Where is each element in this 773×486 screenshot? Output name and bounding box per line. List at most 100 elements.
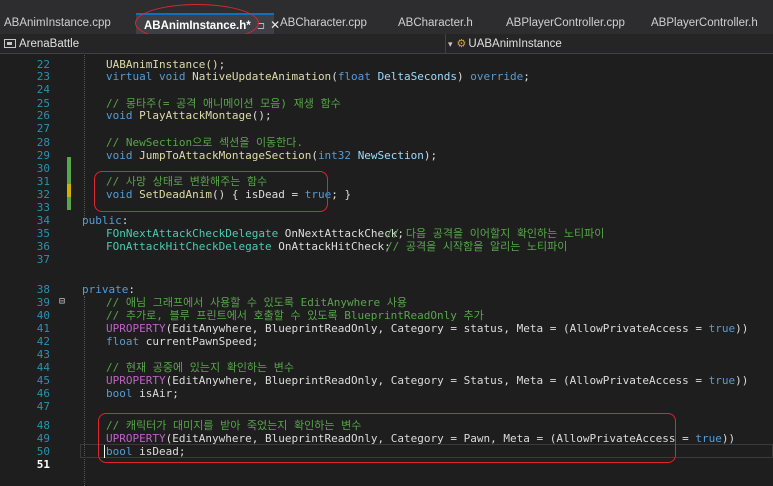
line-number: 45: [36, 374, 50, 387]
code-token: )): [735, 322, 749, 335]
line-number: 27: [36, 122, 50, 135]
project-icon: [4, 39, 16, 48]
code-token: DeltaSeconds: [377, 70, 458, 83]
code-token: )): [721, 432, 736, 445]
line-number: 23: [36, 70, 50, 83]
line-number: 28: [36, 136, 50, 149]
code-token: public: [82, 214, 122, 227]
code-token: float: [106, 335, 140, 348]
code-token: PlayAttackMontage: [139, 109, 252, 122]
line-number-gutter: 22 23 24 25 26 27 28 29 30 31 32 33 34 35 36 37 38 39 40 41…: [0, 55, 58, 486]
chevron-down-icon: ▾: [448, 39, 453, 49]
line-number: 26: [36, 109, 50, 122]
code-token: float: [337, 70, 371, 83]
change-marker: [67, 184, 71, 197]
code-line-40: // 추가로, 블루 프린트에서 호출할 수 있도록 BlueprintRead…: [106, 309, 484, 322]
code-token: virtual: [106, 70, 153, 83]
line-number: 33: [36, 201, 50, 214]
code-token: :: [121, 214, 129, 227]
tab-label: ABAnimInstance.cpp: [4, 17, 111, 29]
line-number: 43: [36, 348, 50, 361]
code-comment-36: // 공격을 시작함을 알리는 노티파이: [386, 240, 568, 253]
code-token: NewSection: [357, 149, 424, 162]
line-number: 24: [36, 83, 50, 96]
code-token: void: [106, 109, 133, 122]
line-number: 29: [36, 149, 50, 162]
code-line-38: private:: [82, 283, 135, 296]
project-dropdown[interactable]: ArenaBattle: [0, 34, 445, 54]
code-token: ): [457, 70, 471, 83]
code-token: FOnAttackHitCheckDelegate: [106, 240, 272, 253]
code-line-42: float currentPawnSpeed;: [106, 335, 258, 348]
code-token: true: [708, 374, 736, 387]
line-number: 36: [36, 240, 50, 253]
indent-guide: [84, 55, 85, 220]
code-token: (EditAnywhere, BlueprintReadOnly, Catego…: [165, 374, 709, 387]
tab-label: ABPlayerController.h: [651, 17, 758, 29]
code-line-28: // NewSection으로 섹션을 이동한다.: [106, 136, 304, 149]
code-token: currentPawnSpeed;: [139, 335, 259, 348]
code-token: true: [695, 432, 722, 445]
tab-abcharacter-cpp[interactable]: ABCharacter.cpp: [280, 13, 367, 34]
tab-abplayercontroller-h[interactable]: ABPlayerController.h: [651, 13, 758, 34]
navigation-bar: ArenaBattle ▾ ⚙ UABAnimInstance: [0, 34, 773, 54]
code-token: NativeUpdateAnimation: [192, 70, 332, 83]
line-number: 37: [36, 253, 50, 266]
line-number: 34: [36, 214, 50, 227]
code-token: );: [423, 149, 438, 162]
code-token: bool: [106, 387, 133, 400]
code-token: void: [158, 70, 186, 83]
line-number: 44: [36, 361, 50, 374]
line-number: 32: [36, 188, 50, 201]
fold-toggle-icon[interactable]: ⊟: [59, 296, 65, 307]
code-token: (EditAnywhere, BlueprintReadOnly, Catego…: [165, 322, 709, 335]
code-token: UPROPERTY: [106, 374, 166, 387]
class-dropdown[interactable]: ▾ ⚙ UABAnimInstance: [445, 34, 773, 54]
code-token: true: [708, 322, 736, 335]
code-line-41: UPROPERTY(EditAnywhere, BlueprintReadOnl…: [106, 322, 748, 335]
code-line-29: void JumpToAttackMontageSection(int32 Ne…: [106, 149, 437, 162]
line-number: 42: [36, 335, 50, 348]
code-line-26: void PlayAttackMontage();: [106, 109, 272, 122]
tab-label: ABCharacter.cpp: [280, 17, 367, 29]
line-number: 41: [36, 322, 50, 335]
code-editor[interactable]: 22 23 24 25 26 27 28 29 30 31 32 33 34 35 36 37 38 39 40 41…: [0, 55, 773, 486]
document-tab-bar: ABAnimInstance.cpp ABAnimInstance.h* ⊐ ✕ A…: [0, 0, 773, 42]
tab-abaniminstance-cpp[interactable]: ABAnimInstance.cpp: [4, 13, 111, 34]
tab-abcharacter-h[interactable]: ABCharacter.h: [398, 13, 473, 34]
line-number: 49: [36, 432, 50, 445]
close-icon[interactable]: ✕: [270, 15, 280, 36]
line-number: 35: [36, 227, 50, 240]
tab-abplayercontroller-cpp[interactable]: ABPlayerController.cpp: [506, 13, 625, 34]
code-token: ; }: [331, 188, 352, 201]
line-number: 47: [36, 400, 50, 413]
line-number: 40: [36, 309, 50, 322]
tab-label: ABPlayerController.cpp: [506, 17, 625, 29]
code-token: (: [331, 70, 338, 83]
change-marker: [67, 197, 71, 210]
code-token: isAir;: [132, 387, 179, 400]
class-name: UABAnimInstance: [468, 38, 562, 50]
code-token: (: [311, 149, 318, 162]
code-token: ;: [523, 70, 530, 83]
line-number: 31: [36, 175, 50, 188]
code-line-23: virtual void NativeUpdateAnimation(float…: [106, 70, 530, 83]
code-token: OnAttackHitCheck;: [271, 240, 391, 253]
line-number: 38: [36, 283, 50, 296]
line-number: 51: [36, 458, 50, 471]
code-token: FOnNextAttackCheckDelegate: [106, 227, 279, 240]
code-token: private: [82, 283, 129, 296]
code-comment-35: // 다음 공격을 이어할지 확인하는 노티파이: [386, 227, 605, 240]
change-marker: [67, 157, 71, 184]
line-number: 46: [36, 387, 50, 400]
tab-label: ABCharacter.h: [398, 17, 473, 29]
code-line-39: // 애님 그래프에서 사용할 수 있도록 EditAnywhere 사용: [106, 296, 407, 309]
code-line-46: bool isAir;: [106, 387, 179, 400]
line-number: 48: [36, 419, 50, 432]
code-token: JumpToAttackMontageSection: [139, 149, 312, 162]
class-icon: ⚙: [456, 38, 467, 50]
code-token: int32: [317, 149, 352, 162]
code-token: :: [128, 283, 135, 296]
line-number: 30: [36, 162, 50, 175]
code-line-34: public:: [82, 214, 128, 227]
